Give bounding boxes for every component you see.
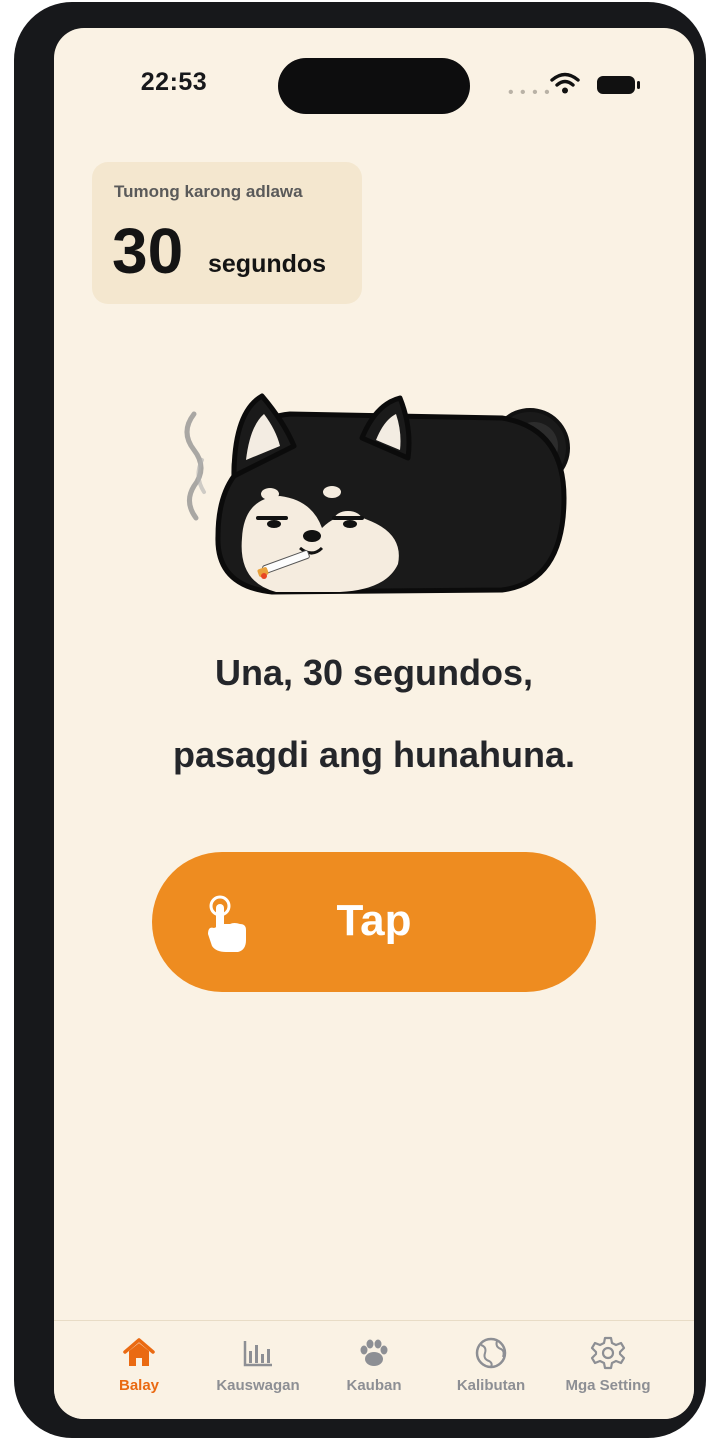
tab-label: Kauban — [346, 1377, 402, 1394]
tab-kauswagan[interactable]: Kauswagan — [199, 1335, 317, 1405]
tab-mga-setting[interactable]: Mga Setting — [549, 1335, 667, 1405]
tab-bar: Balay Kauswagan Kauban Kalibutan Mga Set… — [54, 1320, 694, 1419]
message-line-1: Una, 30 segundos, — [214, 652, 534, 693]
message-line-2: pasagdi ang hunahuna. — [172, 734, 576, 775]
tab-label: Mga Setting — [565, 1377, 651, 1394]
tab-label: Balay — [118, 1377, 160, 1394]
phone-frame: 22:53 • • • • Tumong karong adlawa 30 se… — [14, 2, 706, 1438]
wifi-icon — [550, 72, 580, 94]
tab-balay[interactable]: Balay — [80, 1335, 198, 1405]
tab-label: Kauswagan — [216, 1377, 300, 1394]
bar-chart-icon — [243, 1341, 272, 1367]
tap-button[interactable]: Tap — [152, 852, 596, 992]
home-icon — [123, 1338, 155, 1366]
signal-dots-icon: • • • • — [508, 84, 551, 101]
tab-label: Kalibutan — [456, 1377, 526, 1394]
dynamic-island — [278, 58, 470, 114]
daily-goal-value: 30 — [112, 215, 184, 287]
paw-icon — [360, 1339, 388, 1366]
smoking-shiba-dog-mascot — [184, 393, 570, 595]
app-screen: 22:53 • • • • Tumong karong adlawa 30 se… — [54, 28, 694, 1419]
globe-icon — [475, 1337, 507, 1369]
daily-goal-unit: segundos — [208, 250, 327, 278]
tab-kalibutan[interactable]: Kalibutan — [432, 1335, 550, 1405]
tab-kauban[interactable]: Kauban — [315, 1335, 433, 1405]
daily-goal-card: Tumong karong adlawa 30 segundos — [92, 162, 362, 304]
gear-icon — [590, 1336, 626, 1370]
battery-icon — [597, 76, 640, 94]
daily-goal-label: Tumong karong adlawa — [114, 182, 303, 201]
tap-button-label: Tap — [336, 896, 412, 945]
status-time: 22:53 — [140, 68, 208, 96]
